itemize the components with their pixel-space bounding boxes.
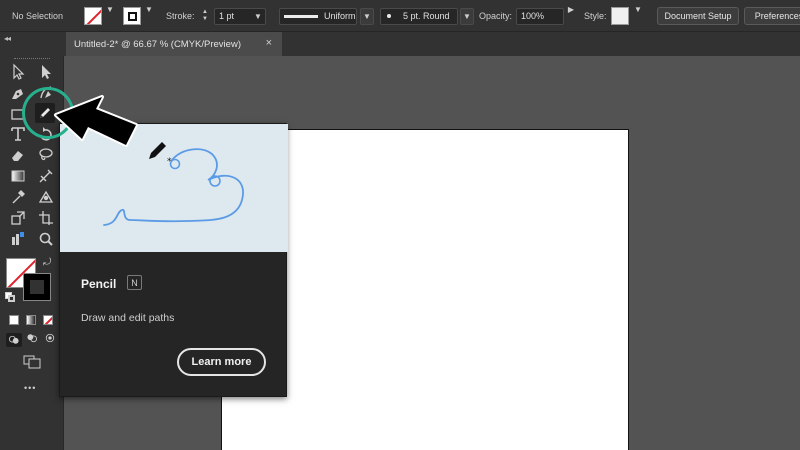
direct-selection-tool-icon[interactable] bbox=[36, 62, 56, 82]
svg-text:*: * bbox=[167, 157, 172, 167]
blend-tool-icon[interactable] bbox=[36, 187, 56, 207]
style-label: Style: bbox=[584, 11, 607, 21]
close-icon[interactable]: × bbox=[266, 37, 272, 49]
eyedropper-tool-icon[interactable] bbox=[8, 187, 28, 207]
draw-behind-icon[interactable] bbox=[26, 333, 40, 347]
more-tools-icon[interactable]: ••• bbox=[24, 383, 36, 393]
zoom-tool-icon[interactable] bbox=[36, 229, 56, 249]
selection-tool-icon[interactable] bbox=[8, 62, 28, 82]
tooltip-title: Pencil bbox=[81, 277, 117, 291]
collapse-panel-icon[interactable]: ◂◂ bbox=[4, 34, 11, 43]
stroke-weight-value: 1 pt bbox=[218, 11, 234, 21]
stroke-dropdown-chevron-icon[interactable]: ▼ bbox=[142, 0, 156, 18]
stroke-swatch[interactable] bbox=[123, 0, 141, 32]
draw-inside-icon[interactable] bbox=[44, 333, 58, 347]
brush-dot-icon bbox=[387, 14, 391, 18]
stroke-color-swatch[interactable] bbox=[23, 273, 51, 301]
document-setup-button[interactable]: Document Setup bbox=[657, 0, 739, 32]
stroke-label: Stroke: bbox=[166, 11, 195, 21]
document-tab-bar: Untitled-2* @ 66.67 % (CMYK/Preview) × bbox=[0, 32, 800, 56]
stroke-profile-select[interactable]: Uniform bbox=[279, 0, 357, 32]
artboard-tool-icon[interactable] bbox=[36, 208, 56, 228]
tooltip-shortcut-key: N bbox=[127, 275, 142, 290]
pencil-cursor-icon: * bbox=[149, 142, 172, 167]
stroke-profile-dropdown[interactable]: ▼ bbox=[360, 0, 374, 32]
stroke-profile-value: Uniform bbox=[324, 11, 356, 21]
opacity-label: Opacity: bbox=[479, 11, 513, 21]
control-bar: No Selection ▼ ▼ Stroke: ▲ ▼ 1 pt ▼ Unif… bbox=[0, 0, 800, 32]
chevron-down-icon[interactable]: ▼ bbox=[251, 8, 265, 25]
brush-dropdown[interactable]: ▼ bbox=[460, 0, 474, 32]
brush-value: 5 pt. Round bbox=[403, 11, 450, 21]
default-colors-icon[interactable] bbox=[5, 292, 15, 302]
stroke-line-preview bbox=[284, 14, 318, 18]
document-tab[interactable]: Untitled-2* @ 66.67 % (CMYK/Preview) × bbox=[66, 32, 282, 56]
stepper-down-icon[interactable]: ▼ bbox=[202, 16, 208, 23]
stroke-weight-stepper[interactable]: ▲ ▼ 1 pt ▼ bbox=[202, 0, 266, 32]
learn-more-button[interactable]: Learn more bbox=[177, 348, 266, 376]
annotation-arrow-icon bbox=[54, 95, 138, 147]
document-tab-title: Untitled-2* @ 66.67 % (CMYK/Preview) bbox=[74, 38, 241, 50]
pencil-tool-tooltip: * Pencil N Draw and edit paths Learn mor… bbox=[59, 123, 288, 397]
swap-colors-icon[interactable]: ⤾ bbox=[43, 257, 51, 268]
fill-swatch[interactable] bbox=[84, 0, 102, 32]
opacity-value: 100% bbox=[521, 11, 545, 21]
fill-dropdown-chevron-icon[interactable]: ▼ bbox=[103, 0, 117, 18]
scale-tool-icon[interactable] bbox=[8, 208, 28, 228]
selection-status: No Selection bbox=[12, 11, 64, 21]
mesh-tool-icon[interactable] bbox=[36, 166, 56, 186]
none-mode-icon[interactable] bbox=[43, 315, 53, 325]
type-tool-icon[interactable] bbox=[8, 124, 28, 144]
graph-tool-icon[interactable] bbox=[8, 229, 28, 249]
style-swatch[interactable] bbox=[611, 0, 629, 32]
gradient-mode-icon[interactable] bbox=[26, 315, 36, 325]
toolbar-grip[interactable] bbox=[14, 58, 50, 60]
opacity-field[interactable]: 100% bbox=[516, 0, 564, 32]
preferences-button[interactable]: Preferences bbox=[744, 0, 800, 32]
eraser-tool-icon[interactable] bbox=[8, 145, 28, 165]
none-slash-icon bbox=[85, 8, 101, 24]
tooltip-description: Draw and edit paths bbox=[81, 312, 175, 324]
gradient-tool-icon[interactable] bbox=[8, 166, 28, 186]
draw-normal-icon[interactable] bbox=[6, 333, 22, 347]
brush-select[interactable]: 5 pt. Round bbox=[380, 0, 458, 32]
opacity-chevron-right-icon[interactable]: ▶ bbox=[564, 0, 578, 18]
style-dropdown-chevron-icon[interactable]: ▼ bbox=[631, 0, 645, 18]
color-mode-icon[interactable] bbox=[9, 315, 19, 325]
screen-mode-icon[interactable] bbox=[22, 354, 42, 370]
stepper-up-icon[interactable]: ▲ bbox=[202, 9, 208, 16]
